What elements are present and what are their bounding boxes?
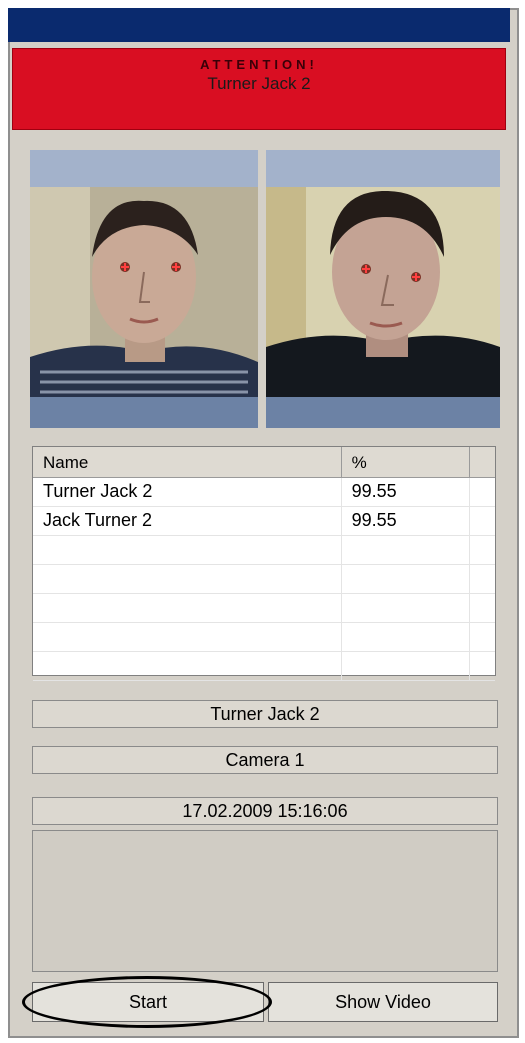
captured-face-photo	[30, 187, 258, 397]
cell-name: Turner Jack 2	[33, 478, 342, 506]
cell-percent	[342, 565, 471, 593]
table-row[interactable]	[33, 652, 495, 681]
database-face-panel	[266, 150, 500, 428]
match-results-table[interactable]: Name % Turner Jack 2 99.55 Jack Turner 2…	[32, 446, 496, 681]
alert-heading: ATTENTION!	[200, 57, 318, 72]
table-row[interactable]	[33, 623, 495, 652]
captured-face-panel	[30, 150, 258, 428]
cell-percent: 99.55	[342, 507, 471, 535]
cell-percent	[342, 652, 471, 680]
table-row[interactable]	[33, 536, 495, 565]
table-row[interactable]	[33, 565, 495, 594]
database-face-photo	[266, 187, 500, 397]
camera-field: Camera 1	[32, 746, 498, 774]
table-row[interactable]: Turner Jack 2 99.55	[33, 478, 495, 507]
details-box	[32, 830, 498, 972]
column-header-name[interactable]: Name	[33, 447, 342, 477]
cell-percent	[342, 623, 471, 651]
cell-name: Jack Turner 2	[33, 507, 342, 535]
table-row[interactable]	[33, 594, 495, 623]
column-header-spacer	[470, 447, 495, 477]
column-header-percent[interactable]: %	[342, 447, 471, 477]
cell-name	[33, 594, 342, 622]
cell-name	[33, 565, 342, 593]
start-button[interactable]: Start	[32, 982, 264, 1022]
cell-name	[33, 623, 342, 651]
cell-name	[33, 536, 342, 564]
cell-percent: 99.55	[342, 478, 471, 506]
alert-banner: ATTENTION! Turner Jack 2	[12, 48, 506, 130]
table-header: Name %	[33, 447, 495, 478]
alert-person-name: Turner Jack 2	[207, 74, 311, 93]
recognized-name-field: Turner Jack 2	[32, 700, 498, 728]
cell-percent	[342, 594, 471, 622]
cell-name	[33, 652, 342, 680]
table-row[interactable]: Jack Turner 2 99.55	[33, 507, 495, 536]
title-bar[interactable]	[8, 8, 510, 42]
show-video-button[interactable]: Show Video	[268, 982, 498, 1022]
cell-percent	[342, 536, 471, 564]
timestamp-field: 17.02.2009 15:16:06	[32, 797, 498, 825]
